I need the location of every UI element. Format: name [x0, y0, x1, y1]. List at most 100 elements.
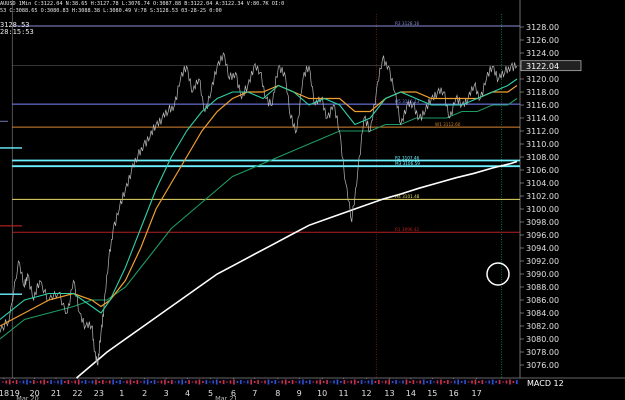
macd-bar: [205, 380, 208, 384]
countdown-timer: 28:15:53: [0, 28, 34, 36]
macd-bar: [188, 380, 190, 384]
macd-bar: [215, 379, 218, 385]
pivot-level-label: W1 3112.60: [435, 122, 461, 127]
x-tick-label: 23: [94, 389, 104, 398]
y-tick-label: 3082.00: [526, 322, 559, 331]
macd-bar: [505, 380, 508, 384]
macd-bar: [457, 379, 459, 385]
macd-bar: [36, 381, 39, 383]
x-tick-label: 5: [208, 389, 213, 398]
macd-bar: [19, 381, 21, 383]
y-tick-label: 3098.00: [526, 218, 559, 227]
macd-bar: [481, 380, 484, 384]
macd-bar: [419, 380, 422, 384]
y-tick-label: 3114.00: [526, 114, 559, 123]
pivot-level-label: R2 3107.46: [395, 155, 420, 160]
macd-bar: [264, 380, 266, 384]
macd-bar: [271, 381, 273, 383]
macd-bar: [495, 381, 497, 383]
macd-bar: [105, 381, 108, 383]
macd-bar: [53, 381, 56, 383]
y-tick-label: 3078.00: [526, 348, 559, 357]
macd-bar: [50, 380, 52, 384]
macd-bar: [229, 380, 232, 384]
x-sub-label: Mar 20: [16, 395, 39, 400]
x-tick-label: 14: [406, 389, 416, 398]
macd-bar: [284, 379, 287, 385]
x-tick-label: 13: [384, 389, 394, 398]
macd-bar: [157, 381, 159, 383]
macd-bar: [226, 381, 228, 383]
macd-bar: [440, 379, 442, 385]
macd-bar: [278, 381, 280, 383]
macd-bar: [84, 380, 87, 384]
macd-bar: [329, 381, 332, 383]
x-tick-label: 2: [142, 389, 147, 398]
macd-bar: [381, 381, 384, 383]
macd-bar: [295, 381, 297, 383]
macd-bar: [26, 379, 28, 385]
macd-bar: [15, 380, 18, 384]
x-sub-label: Mar 21: [215, 395, 238, 400]
macd-bar: [343, 380, 346, 384]
macd-bar: [246, 380, 249, 384]
macd-bar: [516, 380, 518, 384]
macd-bar: [491, 379, 494, 385]
macd-bar: [326, 380, 328, 384]
macd-bar: [22, 380, 25, 384]
macd-bar: [378, 380, 380, 384]
macd-bar: [305, 381, 308, 383]
macd-bar: [371, 379, 373, 385]
x-tick-label: 8: [275, 389, 280, 398]
macd-bar: [112, 379, 114, 385]
macd-bar: [46, 381, 49, 383]
y-tick-label: 3088.00: [526, 283, 559, 292]
macd-bar: [322, 381, 325, 383]
macd-bar: [274, 380, 277, 384]
macd-bar: [95, 379, 97, 385]
y-tick-label: 3094.00: [526, 244, 559, 253]
macd-bar: [181, 379, 183, 385]
y-tick-label: 3080.00: [526, 335, 559, 344]
macd-bar: [136, 380, 139, 384]
macd-bar: [240, 380, 242, 384]
macd-bar: [319, 379, 321, 385]
x-tick-label: 10: [317, 389, 327, 398]
macd-bar: [374, 381, 377, 383]
macd-bar: [164, 379, 166, 385]
macd-bar: [67, 380, 70, 384]
macd-bar: [416, 381, 418, 383]
macd-bar: [429, 380, 432, 384]
macd-bar: [433, 381, 435, 383]
y-tick-label: 3120.00: [526, 75, 559, 84]
x-tick-label: 15: [427, 389, 437, 398]
y-tick-label: 3106.00: [526, 166, 559, 175]
macd-bar: [260, 381, 263, 383]
macd-bar: [253, 381, 256, 383]
macd-bar: [98, 381, 101, 383]
y-tick-label: 3076.00: [526, 361, 559, 370]
y-tick-label: 3112.00: [526, 127, 559, 136]
macd-bar: [436, 380, 439, 384]
y-tick-label: 3104.00: [526, 179, 559, 188]
macd-bar: [502, 381, 504, 383]
macd-bar: [460, 381, 463, 383]
macd-bar: [447, 380, 449, 384]
macd-bar: [77, 379, 80, 385]
macd-bar: [5, 380, 8, 384]
macd-bar: [281, 380, 284, 384]
macd-bar: [115, 381, 118, 383]
macd-bar: [471, 380, 473, 384]
y-tick-label: 3090.00: [526, 270, 559, 279]
x-tick-label: 3: [164, 389, 169, 398]
macd-bar: [412, 380, 415, 384]
x-tick-label: 22: [72, 389, 82, 398]
price-chart[interactable]: R3 3128.16H5 3116.13W1 3112.60R2 3107.46…: [0, 0, 625, 400]
macd-bar: [133, 381, 135, 383]
macd-bar: [357, 381, 359, 383]
macd-bar: [426, 381, 428, 383]
macd-bar: [509, 379, 511, 385]
x-tick-label: 11: [338, 389, 348, 398]
macd-bar: [129, 379, 132, 385]
macd-bar: [74, 380, 77, 384]
